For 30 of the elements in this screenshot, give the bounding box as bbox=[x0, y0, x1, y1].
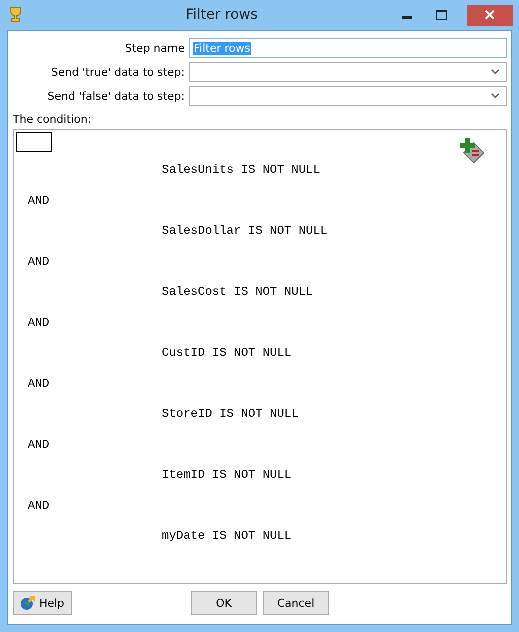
condition-text: SalesCost IS NOT NULL bbox=[161, 284, 314, 301]
operator-text: AND bbox=[27, 314, 50, 332]
condition-text: ItemID IS NOT NULL bbox=[161, 467, 293, 484]
operator-text: AND bbox=[27, 192, 50, 210]
close-button[interactable] bbox=[467, 4, 513, 26]
field-label: Send 'false' data to step: bbox=[46, 90, 185, 102]
operator-text: AND bbox=[27, 436, 50, 454]
field-label: Step name bbox=[124, 42, 185, 54]
operator-text: AND bbox=[27, 498, 50, 514]
window-title: Filter rows bbox=[185, 7, 259, 23]
operator-text: AND bbox=[27, 376, 50, 392]
field-label: Send 'true' data to step: bbox=[50, 66, 185, 78]
close-icon bbox=[485, 10, 495, 20]
maximize-icon[interactable] bbox=[436, 10, 447, 20]
condition-text: StoreID IS NOT NULL bbox=[161, 406, 300, 423]
condition-box[interactable] bbox=[16, 132, 52, 152]
condition-text: CustID IS NOT NULL bbox=[161, 345, 293, 362]
chevron-down-icon[interactable] bbox=[491, 93, 500, 99]
chevron-down-icon[interactable] bbox=[491, 69, 500, 75]
help-button[interactable]: Help bbox=[13, 591, 72, 615]
condition-text: SalesUnits IS NOT NULL bbox=[161, 162, 322, 179]
operator-text: AND bbox=[27, 254, 50, 270]
condition-text: myDate IS NOT NULL bbox=[161, 528, 293, 545]
trophy-icon bbox=[8, 7, 24, 23]
condition-text: SalesDollar IS NOT NULL bbox=[161, 223, 329, 240]
cancel-button[interactable]: Cancel bbox=[263, 591, 329, 615]
globe-icon bbox=[20, 595, 36, 611]
condition-label: The condition: bbox=[13, 113, 93, 126]
add-condition-icon[interactable] bbox=[460, 138, 486, 164]
ok-button[interactable]: OK bbox=[191, 591, 257, 615]
